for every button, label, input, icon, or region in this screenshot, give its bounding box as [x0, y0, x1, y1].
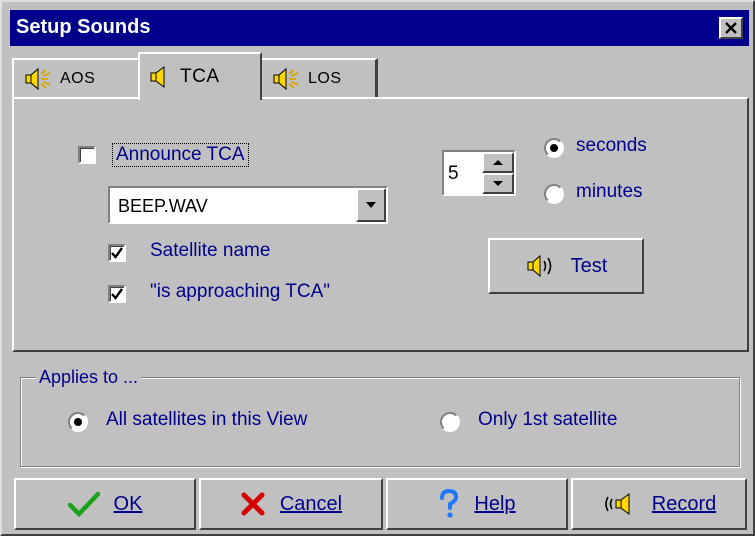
test-button-label: Test — [570, 254, 608, 277]
spinner-down-button[interactable] — [482, 173, 514, 194]
arrow-down-icon — [493, 181, 503, 186]
test-button[interactable]: Test — [488, 238, 644, 294]
time-value: 5 — [448, 163, 459, 184]
tab-los-label: LOS — [308, 70, 342, 87]
close-button[interactable] — [719, 17, 743, 39]
satellite-name-checkbox[interactable] — [108, 244, 126, 262]
all-satellites-radio[interactable] — [68, 412, 88, 432]
announce-tca-label[interactable]: Announce TCA — [112, 143, 249, 167]
tab-aos[interactable]: AOS — [12, 58, 140, 98]
help-button-label: Help — [474, 492, 516, 515]
announce-tca-checkbox[interactable] — [78, 146, 96, 164]
setup-sounds-dialog: Setup Sounds AOS TCA LOS Announce TCA BE… — [0, 0, 755, 536]
help-button[interactable]: Help — [386, 478, 568, 530]
tab-aos-label: AOS — [60, 70, 96, 87]
arrow-up-icon — [493, 160, 503, 165]
minutes-radio[interactable] — [544, 184, 564, 204]
approaching-tca-checkbox[interactable] — [108, 285, 126, 303]
speaker-icon — [273, 67, 299, 91]
checkmark-icon — [111, 247, 123, 259]
question-mark-icon — [440, 489, 459, 518]
checkmark-icon — [67, 491, 100, 517]
ok-button[interactable]: OK — [14, 478, 196, 530]
sound-file-value: BEEP.WAV — [118, 196, 208, 216]
record-button-label: Record — [651, 492, 717, 515]
checkmark-icon — [111, 288, 123, 300]
all-satellites-label: All satellites in this View — [106, 409, 308, 430]
only-first-satellite-label: Only 1st satellite — [478, 409, 618, 430]
microphone-icon — [604, 493, 630, 515]
chevron-down-icon — [366, 202, 376, 208]
radio-selected-dot — [74, 418, 82, 426]
record-button[interactable]: Record — [571, 478, 747, 530]
x-icon — [241, 492, 265, 516]
only-first-satellite-radio[interactable] — [440, 412, 460, 432]
seconds-label: seconds — [576, 135, 647, 156]
approaching-tca-label: "is approaching TCA" — [150, 281, 331, 302]
satellite-name-label: Satellite name — [150, 240, 271, 261]
time-value-spinner[interactable]: 5 — [442, 150, 516, 196]
cancel-button-label: Cancel — [279, 492, 343, 515]
seconds-radio[interactable] — [544, 138, 564, 158]
spinner-up-button[interactable] — [482, 152, 514, 173]
tab-tca[interactable]: TCA — [138, 52, 262, 100]
radio-selected-dot — [550, 144, 558, 152]
tab-los[interactable]: LOS — [260, 58, 378, 98]
title-bar[interactable]: Setup Sounds — [10, 10, 749, 46]
dropdown-button[interactable] — [356, 188, 386, 222]
tab-tca-label: TCA — [180, 66, 220, 87]
window-title: Setup Sounds — [16, 16, 151, 38]
close-icon — [725, 22, 737, 34]
ok-button-label: OK — [113, 492, 143, 515]
sound-file-select[interactable]: BEEP.WAV — [108, 186, 388, 224]
speaker-icon — [25, 67, 51, 91]
speaker-icon — [527, 254, 551, 278]
applies-to-legend: Applies to ... — [36, 367, 142, 388]
speaker-icon — [150, 66, 165, 88]
minutes-label: minutes — [576, 181, 643, 202]
cancel-button[interactable]: Cancel — [199, 478, 383, 530]
